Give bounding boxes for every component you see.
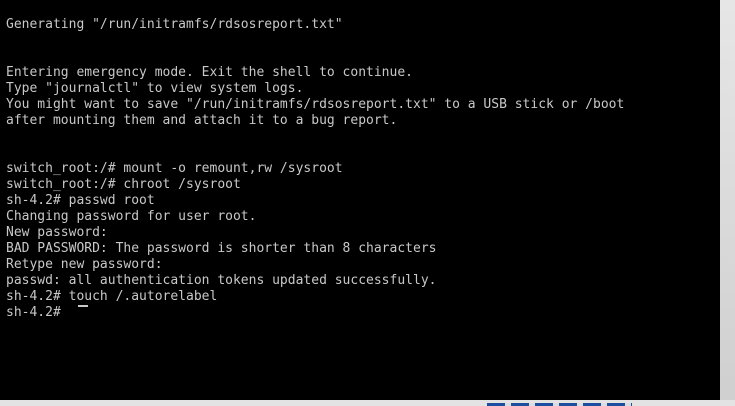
console-line-7: after mounting them and attach it to a b… [6, 113, 398, 128]
console-line-18: sh-4.2# touch /.autorelabel [6, 289, 218, 304]
console-line-17: passwd: all authentication tokens update… [6, 273, 437, 288]
console-line-10: switch_root:/# mount -o remount,rw /sysr… [6, 161, 343, 176]
console-prompt-line[interactable]: sh-4.2# [6, 305, 69, 321]
console-line-11: switch_root:/# chroot /sysroot [6, 177, 241, 192]
console-line-14: New password: [6, 225, 108, 240]
console-line-4: Entering emergency mode. Exit the shell … [6, 65, 413, 80]
console-line-13: Changing password for user root. [6, 209, 257, 224]
console-line-6: You might want to save "/run/initramfs/r… [6, 97, 625, 112]
text-cursor [78, 305, 88, 307]
screenshot: Generating "/run/initramfs/rdsosreport.t… [0, 0, 735, 406]
console-line-1: Generating "/run/initramfs/rdsosreport.t… [6, 17, 343, 32]
console-line-15: BAD PASSWORD: The password is shorter th… [6, 241, 437, 256]
console-line-5: Type "journalctl" to view system logs. [6, 81, 304, 96]
console-line-12: sh-4.2# passwd root [6, 193, 155, 208]
terminal-console[interactable]: Generating "/run/initramfs/rdsosreport.t… [0, 0, 720, 400]
window-edge-right [720, 0, 735, 406]
console-line-16: Retype new password: [6, 257, 163, 272]
